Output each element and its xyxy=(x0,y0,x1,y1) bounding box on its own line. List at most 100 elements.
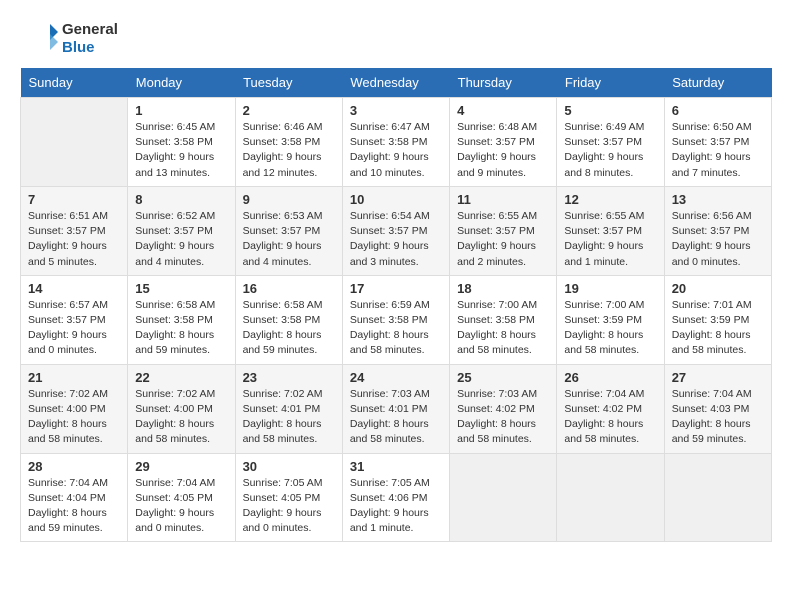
day-info: Sunrise: 7:03 AM Sunset: 4:02 PM Dayligh… xyxy=(457,387,549,448)
calendar-cell: 6 Sunrise: 6:50 AM Sunset: 3:57 PM Daylig… xyxy=(664,98,771,187)
day-info: Sunrise: 6:50 AM Sunset: 3:57 PM Dayligh… xyxy=(672,120,764,181)
day-number: 11 xyxy=(457,192,549,207)
header-row: SundayMondayTuesdayWednesdayThursdayFrid… xyxy=(21,68,772,98)
day-number: 6 xyxy=(672,103,764,118)
logo-container: General Blue xyxy=(20,20,118,58)
day-number: 16 xyxy=(243,281,335,296)
calendar-cell xyxy=(450,453,557,542)
day-info: Sunrise: 7:02 AM Sunset: 4:01 PM Dayligh… xyxy=(243,387,335,448)
calendar-cell: 31 Sunrise: 7:05 AM Sunset: 4:06 PM Dayli… xyxy=(342,453,449,542)
day-info: Sunrise: 7:01 AM Sunset: 3:59 PM Dayligh… xyxy=(672,298,764,359)
day-info: Sunrise: 6:51 AM Sunset: 3:57 PM Dayligh… xyxy=(28,209,120,270)
day-info: Sunrise: 6:54 AM Sunset: 3:57 PM Dayligh… xyxy=(350,209,442,270)
calendar-week-row: 14Sunrise: 6:57 AM Sunset: 3:57 PM Dayli… xyxy=(21,275,772,364)
day-info: Sunrise: 6:56 AM Sunset: 3:57 PM Dayligh… xyxy=(672,209,764,270)
calendar-cell: 27 Sunrise: 7:04 AM Sunset: 4:03 PM Dayli… xyxy=(664,364,771,453)
calendar-cell: 15Sunrise: 6:58 AM Sunset: 3:58 PM Dayli… xyxy=(128,275,235,364)
day-number: 17 xyxy=(350,281,442,296)
calendar-cell: 23 Sunrise: 7:02 AM Sunset: 4:01 PM Dayli… xyxy=(235,364,342,453)
calendar-cell: 21Sunrise: 7:02 AM Sunset: 4:00 PM Dayli… xyxy=(21,364,128,453)
calendar-cell: 26Sunrise: 7:04 AM Sunset: 4:02 PM Dayli… xyxy=(557,364,664,453)
calendar-cell: 13 Sunrise: 6:56 AM Sunset: 3:57 PM Dayli… xyxy=(664,186,771,275)
day-info: Sunrise: 6:52 AM Sunset: 3:57 PM Dayligh… xyxy=(135,209,227,270)
calendar-cell: 17 Sunrise: 6:59 AM Sunset: 3:58 PM Dayli… xyxy=(342,275,449,364)
calendar-cell: 9 Sunrise: 6:53 AM Sunset: 3:57 PM Daylig… xyxy=(235,186,342,275)
calendar-week-row: 7 Sunrise: 6:51 AM Sunset: 3:57 PM Daylig… xyxy=(21,186,772,275)
calendar-cell: 12 Sunrise: 6:55 AM Sunset: 3:57 PM Dayli… xyxy=(557,186,664,275)
calendar-cell: 28 Sunrise: 7:04 AM Sunset: 4:04 PM Dayli… xyxy=(21,453,128,542)
calendar-table: SundayMondayTuesdayWednesdayThursdayFrid… xyxy=(20,68,772,542)
day-number: 5 xyxy=(564,103,656,118)
day-info: Sunrise: 7:04 AM Sunset: 4:02 PM Dayligh… xyxy=(564,387,656,448)
page-header: General Blue xyxy=(20,20,772,58)
day-of-week-header: Tuesday xyxy=(235,68,342,98)
calendar-cell: 18 Sunrise: 7:00 AM Sunset: 3:58 PM Dayli… xyxy=(450,275,557,364)
logo: General Blue xyxy=(20,20,118,58)
day-of-week-header: Saturday xyxy=(664,68,771,98)
day-info: Sunrise: 7:05 AM Sunset: 4:05 PM Dayligh… xyxy=(243,476,335,537)
calendar-cell: 19 Sunrise: 7:00 AM Sunset: 3:59 PM Dayli… xyxy=(557,275,664,364)
day-number: 23 xyxy=(243,370,335,385)
day-number: 27 xyxy=(672,370,764,385)
calendar-cell xyxy=(21,98,128,187)
calendar-week-row: 1 Sunrise: 6:45 AM Sunset: 3:58 PM Daylig… xyxy=(21,98,772,187)
day-info: Sunrise: 6:57 AM Sunset: 3:57 PM Dayligh… xyxy=(28,298,120,359)
calendar-week-row: 21 Sunrise: 7:02 AM Sunset: 4:00 PM Dayli… xyxy=(21,364,772,453)
logo-text: General Blue xyxy=(62,21,118,57)
day-number: 8 xyxy=(135,192,227,207)
day-of-week-header: Sunday xyxy=(21,68,128,98)
calendar-cell: 1 Sunrise: 6:45 AM Sunset: 3:58 PM Daylig… xyxy=(128,98,235,187)
calendar-cell: 25 Sunrise: 7:03 AM Sunset: 4:02 PM Dayli… xyxy=(450,364,557,453)
day-of-week-header: Friday xyxy=(557,68,664,98)
day-info: Sunrise: 7:04 AM Sunset: 4:03 PM Dayligh… xyxy=(672,387,764,448)
day-info: Sunrise: 6:49 AM Sunset: 3:57 PM Dayligh… xyxy=(564,120,656,181)
day-number: 12 xyxy=(564,192,656,207)
day-number: 29 xyxy=(135,459,227,474)
day-number: 19 xyxy=(564,281,656,296)
calendar-week-row: 28 Sunrise: 7:04 AM Sunset: 4:04 PM Dayli… xyxy=(21,453,772,542)
day-number: 21 xyxy=(28,370,120,385)
day-number: 10 xyxy=(350,192,442,207)
day-info: Sunrise: 7:00 AM Sunset: 3:59 PM Dayligh… xyxy=(564,298,656,359)
calendar-cell: 14Sunrise: 6:57 AM Sunset: 3:57 PM Dayli… xyxy=(21,275,128,364)
day-number: 9 xyxy=(243,192,335,207)
calendar-cell: 7 Sunrise: 6:51 AM Sunset: 3:57 PM Daylig… xyxy=(21,186,128,275)
calendar-cell: 24Sunrise: 7:03 AM Sunset: 4:01 PM Dayli… xyxy=(342,364,449,453)
day-info: Sunrise: 6:48 AM Sunset: 3:57 PM Dayligh… xyxy=(457,120,549,181)
day-info: Sunrise: 7:02 AM Sunset: 4:00 PM Dayligh… xyxy=(135,387,227,448)
day-info: Sunrise: 7:05 AM Sunset: 4:06 PM Dayligh… xyxy=(350,476,442,537)
day-number: 4 xyxy=(457,103,549,118)
day-of-week-header: Monday xyxy=(128,68,235,98)
day-of-week-header: Wednesday xyxy=(342,68,449,98)
day-info: Sunrise: 6:59 AM Sunset: 3:58 PM Dayligh… xyxy=(350,298,442,359)
day-info: Sunrise: 7:04 AM Sunset: 4:04 PM Dayligh… xyxy=(28,476,120,537)
day-info: Sunrise: 6:58 AM Sunset: 3:58 PM Dayligh… xyxy=(135,298,227,359)
day-number: 18 xyxy=(457,281,549,296)
calendar-cell xyxy=(557,453,664,542)
calendar-body: 1 Sunrise: 6:45 AM Sunset: 3:58 PM Daylig… xyxy=(21,98,772,542)
day-number: 1 xyxy=(135,103,227,118)
calendar-cell: 20 Sunrise: 7:01 AM Sunset: 3:59 PM Dayli… xyxy=(664,275,771,364)
day-number: 24 xyxy=(350,370,442,385)
day-number: 7 xyxy=(28,192,120,207)
day-info: Sunrise: 6:47 AM Sunset: 3:58 PM Dayligh… xyxy=(350,120,442,181)
day-info: Sunrise: 6:46 AM Sunset: 3:58 PM Dayligh… xyxy=(243,120,335,181)
day-number: 25 xyxy=(457,370,549,385)
calendar-cell: 10 Sunrise: 6:54 AM Sunset: 3:57 PM Dayli… xyxy=(342,186,449,275)
calendar-header: SundayMondayTuesdayWednesdayThursdayFrid… xyxy=(21,68,772,98)
day-info: Sunrise: 7:00 AM Sunset: 3:58 PM Dayligh… xyxy=(457,298,549,359)
day-number: 31 xyxy=(350,459,442,474)
day-number: 13 xyxy=(672,192,764,207)
day-info: Sunrise: 6:58 AM Sunset: 3:58 PM Dayligh… xyxy=(243,298,335,359)
calendar-cell: 5 Sunrise: 6:49 AM Sunset: 3:57 PM Daylig… xyxy=(557,98,664,187)
day-number: 20 xyxy=(672,281,764,296)
calendar-cell: 2Sunrise: 6:46 AM Sunset: 3:58 PM Daylig… xyxy=(235,98,342,187)
calendar-cell xyxy=(664,453,771,542)
day-info: Sunrise: 7:04 AM Sunset: 4:05 PM Dayligh… xyxy=(135,476,227,537)
day-info: Sunrise: 6:45 AM Sunset: 3:58 PM Dayligh… xyxy=(135,120,227,181)
calendar-cell: 4 Sunrise: 6:48 AM Sunset: 3:57 PM Daylig… xyxy=(450,98,557,187)
day-info: Sunrise: 6:55 AM Sunset: 3:57 PM Dayligh… xyxy=(564,209,656,270)
day-info: Sunrise: 6:53 AM Sunset: 3:57 PM Dayligh… xyxy=(243,209,335,270)
day-number: 30 xyxy=(243,459,335,474)
day-number: 28 xyxy=(28,459,120,474)
